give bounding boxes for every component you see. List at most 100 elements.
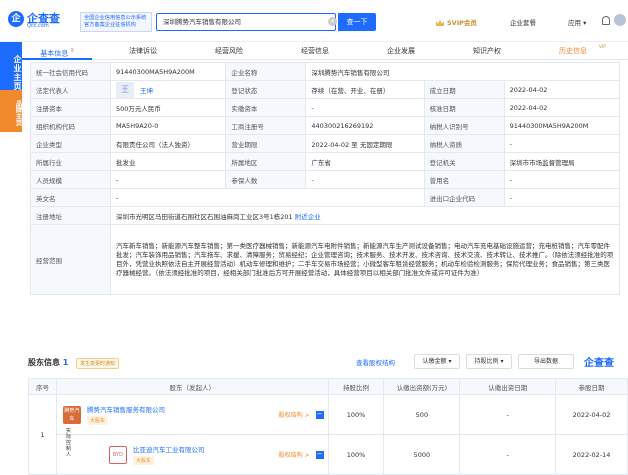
search-button[interactable]: 查一下	[338, 13, 376, 31]
address-label: 注册地址	[30, 206, 111, 225]
col-join: 参股日期	[555, 378, 628, 395]
collapse-icon[interactable]: −	[315, 410, 324, 419]
former-name-value: -	[503, 170, 621, 189]
import-code-value: -	[503, 188, 621, 207]
search-input[interactable]: 深圳腾势汽车销售有限公司	[156, 13, 336, 31]
tab-operation[interactable]: 经营信息	[280, 42, 350, 60]
col-holder: 股东（发起人）	[55, 378, 329, 395]
holder-logo: BYD	[108, 445, 127, 464]
export-button[interactable]: 导出数据	[518, 354, 574, 369]
tab-legal[interactable]: 法律诉讼	[108, 42, 178, 60]
collapse-icon[interactable]: −	[315, 450, 324, 459]
amount-value: 5000	[383, 434, 461, 475]
ratio-filter[interactable]: 持股比例 ▾	[466, 354, 512, 369]
tax-qual-value: -	[503, 134, 621, 153]
paid-capital-label: 实缴资本	[225, 98, 307, 117]
status-label: 登记状态	[225, 80, 307, 99]
ratio-value: 100%	[327, 434, 385, 475]
shareholder-table: 序号 股东（发起人） 持股比例 认缴出资额(万元) 认缴出资日期 参股日期 1 …	[28, 378, 628, 475]
found-label: 成立日期	[423, 80, 505, 99]
tab-risk[interactable]: 经营风险	[194, 42, 264, 60]
join-value: 2022-04-02	[555, 394, 628, 435]
nearby-companies-link[interactable]: 附近企业	[295, 213, 321, 221]
equity-structure-link[interactable]: 股权结构 >	[279, 410, 310, 419]
paid-amount-filter[interactable]: 认缴金额 ▾	[414, 354, 460, 369]
view-equity-structure-link[interactable]: 查看股权结构	[356, 357, 395, 367]
svip-link[interactable]: SVIP会员	[436, 17, 477, 27]
tab-count: 9	[70, 48, 74, 54]
certification-badge: 全国企业信用信息公示系统 官方备案企业征信机构	[80, 12, 152, 32]
staff-label: 人员规模	[30, 170, 111, 189]
holder-name-link[interactable]: 腾势汽车销售服务有限公司	[87, 404, 165, 414]
paid-capital-value: -	[305, 98, 425, 117]
join-value: 2022-02-14	[555, 434, 628, 475]
term-value: 2022-04-02 至 无固定期限	[305, 134, 425, 153]
legal-rep-cell: 王王坤	[109, 80, 227, 99]
col-no: 序号	[28, 378, 57, 395]
authority-value: 深圳市市场监督管理局	[503, 152, 621, 171]
reg-no-label: 工商注册号	[225, 116, 307, 135]
change-notify-button[interactable]: 发生变更时通知	[76, 358, 120, 369]
legal-rep-link[interactable]: 王坤	[140, 85, 153, 95]
cert-line-1: 全国企业信用信息公示系统	[84, 15, 147, 21]
scope-value: 汽车新车销售；新能源汽车整车销售；第一类医疗器械销售；新能源汽车电附件销售；新能…	[110, 224, 620, 295]
legal-rep-avatar: 王	[116, 81, 134, 98]
clear-icon[interactable]: ×	[328, 17, 337, 26]
english-name-label: 英文名	[30, 188, 111, 207]
crown-icon	[436, 20, 444, 26]
cert-line-2: 官方备案企业征信机构	[84, 22, 136, 28]
site-logo[interactable]: 企 企查查 Qcc.com	[8, 11, 78, 31]
term-label: 营业期限	[225, 134, 307, 153]
tax-id-value: 91440300MA5H9A200M	[503, 116, 621, 135]
equity-structure-link[interactable]: 股权结构 >	[279, 450, 310, 459]
reg-no-value: 440300216269192	[305, 116, 425, 135]
col-date: 认缴出资日期	[459, 378, 557, 395]
holder-cell: BYD 比亚迪汽车工业有限公司 大股东 股权结构 > −	[55, 434, 329, 475]
uscc-label: 统一社会信用代码	[30, 62, 111, 81]
org-code-label: 组织机构代码	[30, 116, 111, 135]
shareholder-header: 股东信息 1 发生变更时通知 查看股权结构 认缴金额 ▾ 持股比例 ▾ 导出数据…	[28, 354, 628, 372]
section-tabs: 基本信息 9 法律诉讼 经营风险 经营信息 企业发展 知识产权 历史信息 VIP	[22, 42, 628, 60]
col-amount: 认缴出资额(万元)	[383, 378, 461, 395]
name-label: 企业名称	[225, 62, 307, 81]
address-value: 深圳市光明区马田街道石围社区石围油麻岗工业区3号1栋201	[116, 212, 293, 221]
company-type-value: 有限责任公司（法人独资）	[109, 134, 227, 153]
authority-label: 登记机关	[423, 152, 505, 171]
qcc-watermark-logo: 企查查	[584, 358, 614, 369]
apps-menu[interactable]: 应用 ▾	[568, 17, 586, 27]
tab-development[interactable]: 企业发展	[366, 42, 436, 60]
holder-name-link[interactable]: 比亚迪汽车工业有限公司	[133, 444, 205, 454]
svip-label: SVIP会员	[447, 19, 477, 27]
status-value: 存续（在营、开业、在册）	[305, 80, 425, 99]
found-value: 2022-04-02	[503, 80, 621, 99]
company-type-label: 企业类型	[30, 134, 111, 153]
capital-value: 500万元人民币	[109, 98, 227, 117]
vip-badge: VIP	[598, 45, 606, 50]
address-cell: 深圳市光明区马田街道石围社区石围油麻岗工业区3号1栋201 附近企业	[110, 206, 620, 225]
tab-label: 历史信息	[559, 47, 587, 55]
tab-history[interactable]: 历史信息 VIP	[538, 42, 608, 60]
ratio-value: 100%	[327, 394, 385, 435]
uscc-value: 91440300MA5H9A200M	[109, 62, 227, 81]
shareholder-title: 股东信息 1	[28, 357, 68, 368]
scope-label: 经营范围	[30, 224, 111, 295]
english-name-value: -	[110, 188, 425, 207]
bell-icon[interactable]	[602, 16, 610, 25]
name-value: 深圳腾势汽车销售有限公司	[305, 62, 620, 81]
row-no: 1	[28, 394, 57, 475]
shareholder-table-header: 序号 股东（发起人） 持股比例 认缴出资额(万元) 认缴出资日期 参股日期	[28, 378, 628, 395]
avatar[interactable]	[614, 14, 626, 26]
legal-rep-label: 法定代表人	[30, 80, 111, 99]
insured-value: -	[305, 170, 425, 189]
tax-qual-label: 纳税人资质	[423, 134, 505, 153]
industry-value: 批发业	[109, 152, 227, 171]
basic-info-table: 统一社会信用代码 91440300MA5H9A200M 企业名称 深圳腾势汽车销…	[30, 62, 621, 295]
import-code-label: 进出口企业代码	[423, 188, 505, 207]
tab-basic-info[interactable]: 基本信息 9	[22, 42, 92, 60]
tab-ip[interactable]: 知识产权	[452, 42, 522, 60]
enterprise-package-link[interactable]: 企业套餐	[510, 17, 536, 27]
side-tab-brand-home[interactable]: 品牌主页	[0, 90, 22, 132]
col-ratio: 持股比例	[327, 378, 385, 395]
region-value: 广东省	[305, 152, 425, 171]
region-label: 所属地区	[225, 152, 307, 171]
